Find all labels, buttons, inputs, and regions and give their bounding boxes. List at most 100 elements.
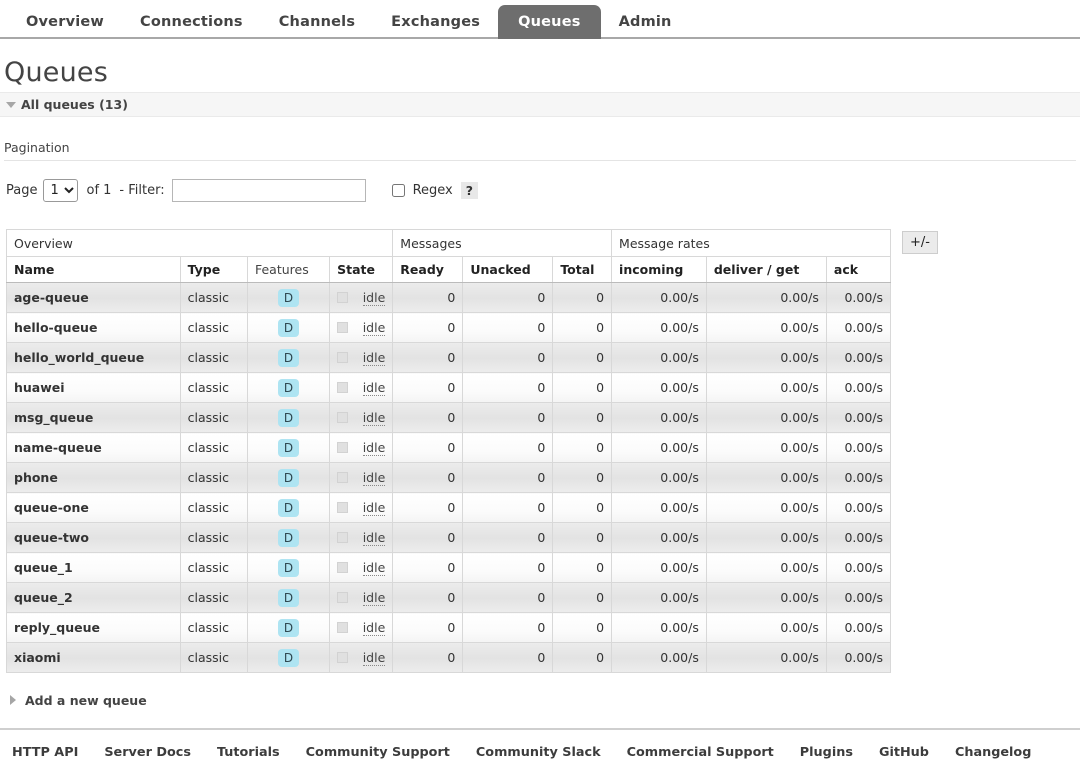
footer-link-http-api[interactable]: HTTP API [12,745,78,760]
queue-name-link[interactable]: xiaomi [6,642,181,673]
page-select[interactable]: 1 [43,178,79,202]
state-label[interactable]: idle [362,440,386,456]
queue-name-link[interactable]: queue-one [6,492,181,523]
column-header-deliver-get[interactable]: deliver / get [705,256,827,283]
state-label[interactable]: idle [362,410,386,426]
queue-ready-count: 0 [392,432,464,463]
nav-tab-queues[interactable]: Queues [498,5,601,39]
queue-features: D [246,642,331,673]
nav-tab-exchanges[interactable]: Exchanges [373,5,498,39]
queue-name-link[interactable]: queue-two [6,522,181,553]
durable-badge[interactable]: D [277,528,300,547]
footer-link-changelog[interactable]: Changelog [955,745,1031,760]
column-header-state[interactable]: State [329,256,394,283]
state-label[interactable]: idle [362,530,386,546]
queue-name-link[interactable]: name-queue [6,432,181,463]
state-label[interactable]: idle [362,590,386,606]
durable-badge[interactable]: D [277,318,300,337]
durable-badge[interactable]: D [277,468,300,487]
footer-link-item[interactable]: Tutorials [217,741,280,760]
durable-badge[interactable]: D [277,348,300,367]
regex-label: Regex [412,182,453,198]
state-label[interactable]: idle [362,320,386,336]
column-header-type[interactable]: Type [179,256,248,283]
state-label[interactable]: idle [362,470,386,486]
nav-tab-label[interactable]: Admin [601,5,690,39]
durable-badge[interactable]: D [277,498,300,517]
queue-ack-rate: 0.00/s [825,612,892,643]
nav-tab-channels[interactable]: Channels [261,5,373,39]
all-queues-section-toggle[interactable]: All queues (13) [0,92,1080,117]
footer-link-plugins[interactable]: Plugins [800,745,853,760]
durable-badge[interactable]: D [277,438,300,457]
queue-name-link[interactable]: msg_queue [6,402,181,433]
state-label[interactable]: idle [362,350,386,366]
durable-badge[interactable]: D [277,618,300,637]
state-label[interactable]: idle [362,380,386,396]
queue-name-link[interactable]: queue_1 [6,552,181,583]
queue-deliver-get-rate: 0.00/s [705,552,827,583]
nav-tab-admin[interactable]: Admin [601,5,690,39]
column-header-total[interactable]: Total [552,256,613,283]
queue-ack-rate: 0.00/s [825,492,892,523]
footer-link-github[interactable]: GitHub [879,745,929,760]
footer-link-item[interactable]: Community Slack [476,741,601,760]
state-label[interactable]: idle [362,560,386,576]
footer-link-community-support[interactable]: Community Support [306,745,450,760]
queue-name-link[interactable]: hello-queue [6,312,181,343]
nav-tab-label[interactable]: Exchanges [373,5,498,39]
queue-name-link[interactable]: hello_world_queue [6,342,181,373]
nav-tab-connections[interactable]: Connections [122,5,261,39]
regex-help-icon[interactable]: ? [460,181,479,199]
durable-badge[interactable]: D [277,408,300,427]
queue-name-link[interactable]: reply_queue [6,612,181,643]
footer-link-item[interactable]: Changelog [955,741,1031,760]
queue-name-link[interactable]: huawei [6,372,181,403]
footer-link-item[interactable]: Server Docs [104,741,191,760]
queue-deliver-get-rate: 0.00/s [705,402,827,433]
durable-badge[interactable]: D [277,558,300,577]
footer-link-item[interactable]: Commercial Support [627,741,774,760]
footer-link-item[interactable]: GitHub [879,741,929,760]
queue-name-link[interactable]: phone [6,462,181,493]
state-label[interactable]: idle [362,650,386,666]
regex-checkbox[interactable] [391,183,405,197]
queue-name-link[interactable]: age-queue [6,282,181,313]
queue-state: idle [329,492,394,523]
footer-link-item[interactable]: HTTP API [12,741,78,760]
filter-input[interactable] [171,178,366,202]
toggle-columns-button[interactable]: +/- [902,231,938,254]
footer-link-commercial-support[interactable]: Commercial Support [627,745,774,760]
add-new-queue-toggle[interactable]: Add a new queue [10,693,1080,708]
footer-link-tutorials[interactable]: Tutorials [217,745,280,760]
durable-badge[interactable]: D [277,378,300,397]
column-header-ready[interactable]: Ready [392,256,464,283]
column-header-name[interactable]: Name [6,256,181,283]
durable-badge[interactable]: D [277,588,300,607]
footer-link-item[interactable]: Community Support [306,741,450,760]
column-header-incoming[interactable]: incoming [611,256,707,283]
durable-badge[interactable]: D [277,288,300,307]
footer-link-server-docs[interactable]: Server Docs [104,745,191,760]
nav-tab-label[interactable]: Queues [498,5,601,39]
footer-link-community-slack[interactable]: Community Slack [476,745,601,760]
nav-tab-label[interactable]: Overview [8,5,122,39]
column-header-ack[interactable]: ack [825,256,892,283]
nav-tab-label[interactable]: Channels [261,5,373,39]
durable-badge[interactable]: D [277,648,300,667]
status-indicator-icon [337,412,349,423]
footer-link-item[interactable]: Plugins [800,741,853,760]
state-label[interactable]: idle [362,500,386,516]
queue-ready-count: 0 [392,552,464,583]
queue-total-count: 0 [552,282,613,313]
nav-tab-label[interactable]: Connections [122,5,261,39]
queue-name-link[interactable]: queue_2 [6,582,181,613]
queue-state: idle [329,312,394,343]
state-label[interactable]: idle [362,290,386,306]
column-header-unacked[interactable]: Unacked [462,256,554,283]
queue-state: idle [329,402,394,433]
nav-tab-overview[interactable]: Overview [8,5,122,39]
table-row: huawei classic Didle 0 0 0 0.00/s 0.00/s 0.00/s [6,372,892,403]
main-navigation: Overview Connections Channels Exchanges Queu… [0,0,1080,39]
state-label[interactable]: idle [362,620,386,636]
